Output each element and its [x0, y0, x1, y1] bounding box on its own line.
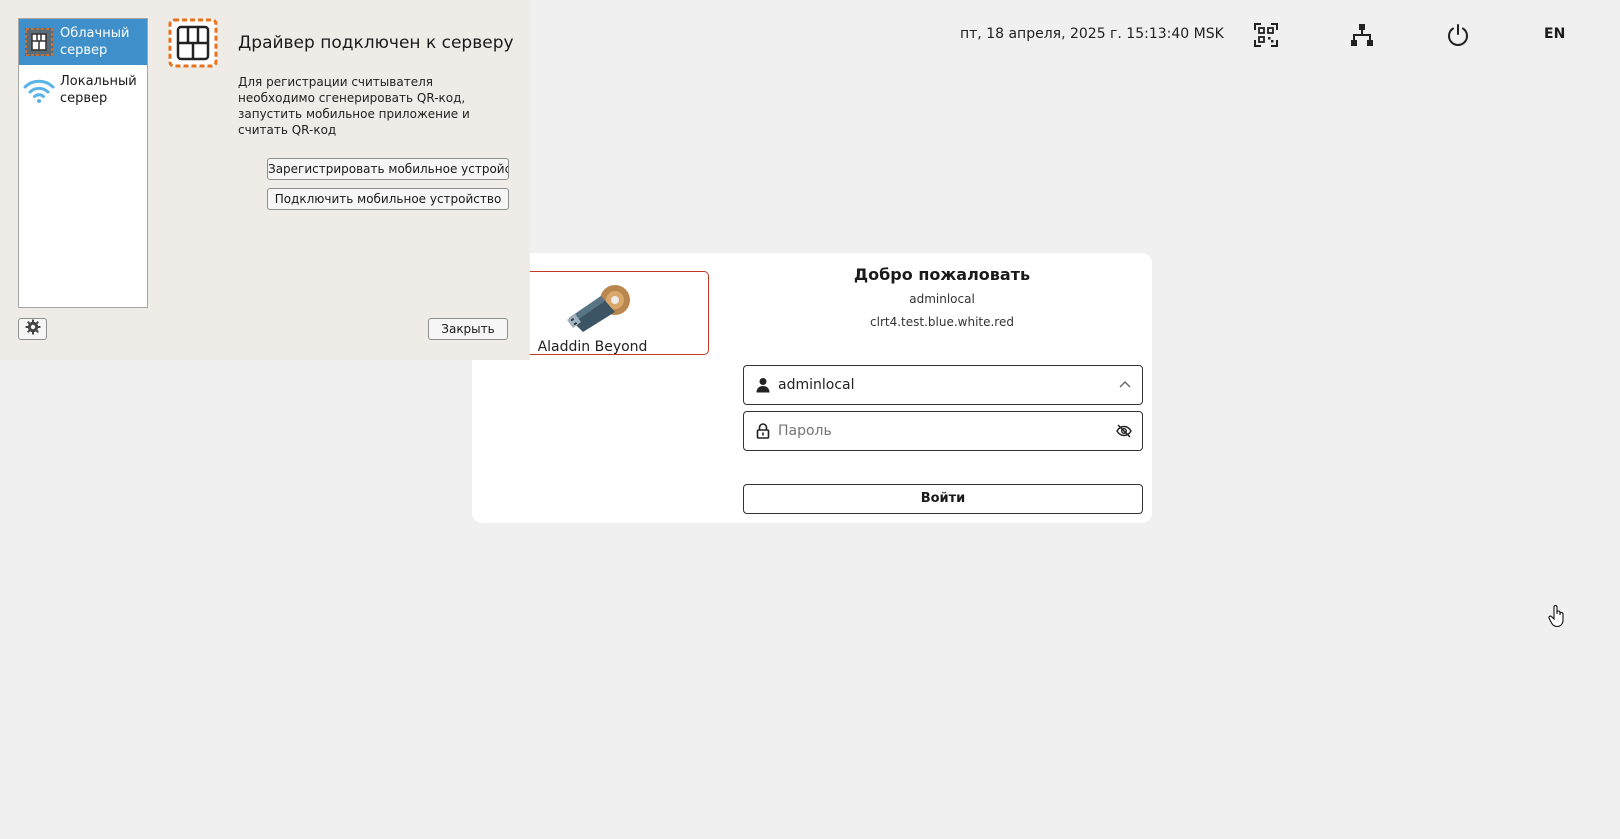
- password-field[interactable]: [743, 411, 1143, 451]
- welcome-hostname: clrt4.test.blue.white.red: [870, 315, 1014, 329]
- datetime-display: пт, 18 апреля, 2025 г. 15:13:40 MSK: [960, 26, 1224, 42]
- connect-device-button[interactable]: Подключить мобильное устройство: [267, 188, 509, 210]
- network-tree-icon[interactable]: [1349, 22, 1375, 48]
- server-item-local[interactable]: Локальный сервер: [19, 67, 147, 113]
- server-item-cloud-label: Облачный сервер: [60, 26, 130, 58]
- power-icon[interactable]: [1445, 22, 1471, 48]
- server-item-cloud[interactable]: Облачный сервер: [19, 19, 147, 65]
- register-device-button[interactable]: Зарегистрировать мобильное устройство: [267, 158, 509, 180]
- welcome-username: adminlocal: [909, 292, 975, 306]
- wifi-icon: [23, 74, 55, 106]
- eye-off-icon[interactable]: [1116, 423, 1132, 443]
- hand-cursor-icon: [1548, 604, 1566, 632]
- cloud-server-icon: [23, 26, 55, 58]
- chevron-up-icon[interactable]: [1118, 377, 1132, 397]
- welcome-title: Добро пожаловать: [853, 265, 1031, 284]
- settings-button[interactable]: [18, 318, 47, 340]
- close-button[interactable]: Закрыть: [428, 318, 508, 340]
- lock-icon: [756, 423, 770, 443]
- usb-token-image: [565, 282, 635, 338]
- server-list: Облачный сервер Локальный сервер: [18, 18, 148, 308]
- dialog-description: Для регистрации считывателя необходимо с…: [238, 75, 470, 137]
- login-button[interactable]: Войти: [743, 484, 1143, 514]
- driver-dialog: Облачный сервер Локальный сервер Драйвер…: [0, 0, 530, 360]
- username-select[interactable]: adminlocal: [743, 365, 1143, 405]
- qr-scan-icon[interactable]: [1253, 22, 1279, 48]
- card-reader-icon: [168, 18, 218, 72]
- server-item-local-label: Локальный сервер: [60, 74, 137, 106]
- username-value: adminlocal: [778, 377, 855, 393]
- gear-icon: [25, 319, 41, 339]
- dialog-title: Драйвер подключен к серверу: [238, 33, 514, 53]
- user-icon: [756, 377, 770, 397]
- language-switch[interactable]: EN: [1544, 26, 1565, 42]
- password-input[interactable]: [778, 423, 1078, 439]
